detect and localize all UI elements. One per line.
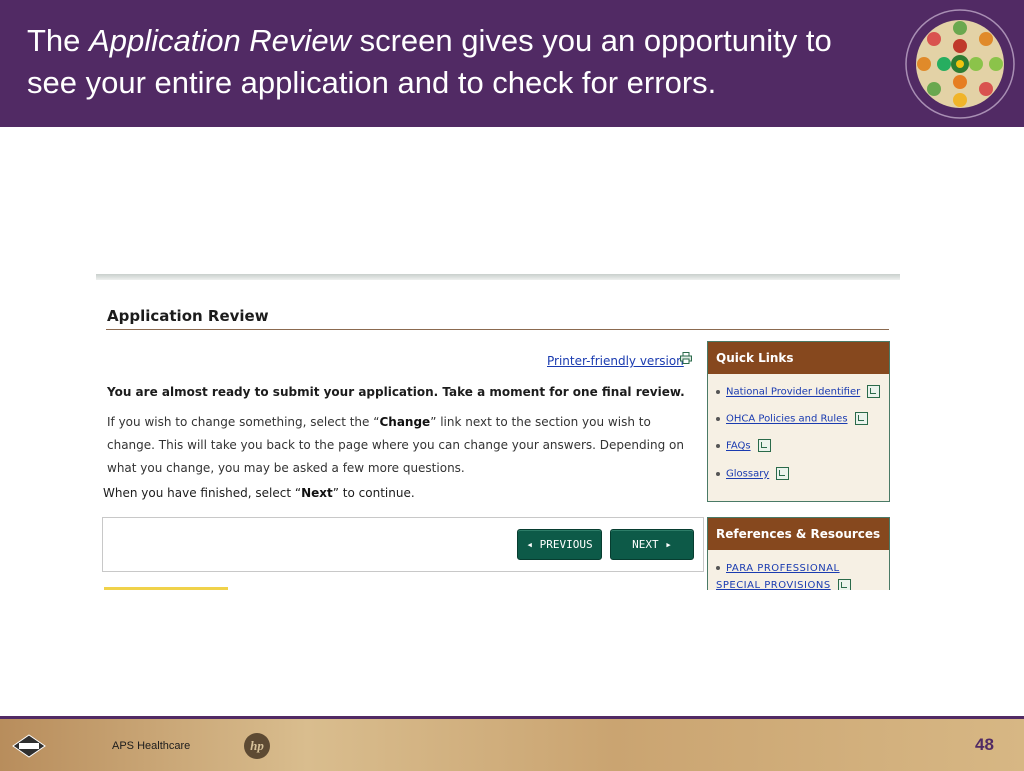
finish-instructions-part2: ” to continue. [332, 486, 415, 500]
application-review-heading: Application Review [107, 307, 269, 325]
screenshot-top-bar [96, 274, 900, 280]
aps-healthcare-logo: APS Healthcare [112, 740, 191, 752]
external-link-icon[interactable] [757, 439, 771, 452]
quick-link-label[interactable]: Glossary [726, 469, 769, 480]
printer-icon[interactable] [680, 352, 692, 364]
change-instructions-part1: If you wish to change something, select … [107, 415, 380, 429]
mandala-logo-icon [905, 9, 1015, 119]
change-instructions: If you wish to change something, select … [107, 411, 692, 480]
reference-link-label[interactable]: PARA PROFESSIONAL SPECIAL PROVISIONS [716, 563, 840, 590]
external-link-icon[interactable] [867, 385, 881, 398]
external-link-icon[interactable] [776, 467, 790, 480]
bullet-icon [716, 443, 720, 448]
hp-logo-icon: hp [244, 733, 270, 759]
next-keyword: Next [301, 486, 333, 500]
next-button[interactable]: NEXT ▸ [610, 529, 694, 560]
bullet-icon [716, 471, 720, 476]
quick-link-label[interactable]: OHCA Policies and Rules [726, 414, 848, 425]
quick-link-label[interactable]: National Provider Identifier [726, 387, 860, 398]
slide-header: The Application Review screen gives you … [0, 0, 1024, 127]
slide-title: The Application Review screen gives you … [27, 20, 887, 104]
application-review-screenshot: Application Review Printer-friendly vers… [96, 274, 900, 590]
slide-title-emphasis: Application Review [89, 23, 351, 58]
bullet-icon [716, 566, 720, 570]
slide-title-part1: The [27, 23, 90, 58]
bullet-icon [716, 416, 720, 421]
quick-link-label[interactable]: FAQs [726, 441, 751, 452]
quick-links-panel: Quick Links National Provider Identifier… [707, 341, 890, 502]
yellow-tab-edge [104, 587, 228, 590]
page-number: 48 [975, 735, 994, 754]
change-keyword: Change [379, 415, 431, 429]
heading-divider [106, 329, 889, 330]
bullet-icon [716, 389, 720, 394]
quick-link-glossary[interactable]: Glossary [716, 467, 790, 480]
quick-link-faqs[interactable]: FAQs [716, 439, 771, 452]
soonercare-logo-icon [12, 734, 46, 758]
references-heading: References & Resources [708, 518, 889, 550]
quick-links-heading: Quick Links [708, 342, 889, 374]
external-link-icon[interactable] [837, 578, 851, 590]
slide-footer: APS Healthcare hp 48 [0, 716, 1024, 771]
references-resources-panel: References & Resources PARA PROFESSIONAL… [707, 517, 890, 590]
quick-link-npi[interactable]: National Provider Identifier [716, 385, 881, 398]
quick-link-ohca-policies[interactable]: OHCA Policies and Rules [716, 412, 868, 425]
finish-instructions-part1: When you have finished, select “ [103, 486, 302, 500]
reference-para-professional[interactable]: PARA PROFESSIONAL SPECIAL PROVISIONS [716, 560, 876, 590]
finish-instructions: When you have finished, select “Next” to… [103, 486, 415, 500]
final-review-notice: You are almost ready to submit your appl… [107, 385, 685, 399]
printer-friendly-link[interactable]: Printer-friendly version [547, 354, 684, 368]
external-link-icon[interactable] [854, 412, 868, 425]
navigation-box: ◂ PREVIOUS NEXT ▸ [102, 517, 704, 572]
previous-button[interactable]: ◂ PREVIOUS [517, 529, 602, 560]
